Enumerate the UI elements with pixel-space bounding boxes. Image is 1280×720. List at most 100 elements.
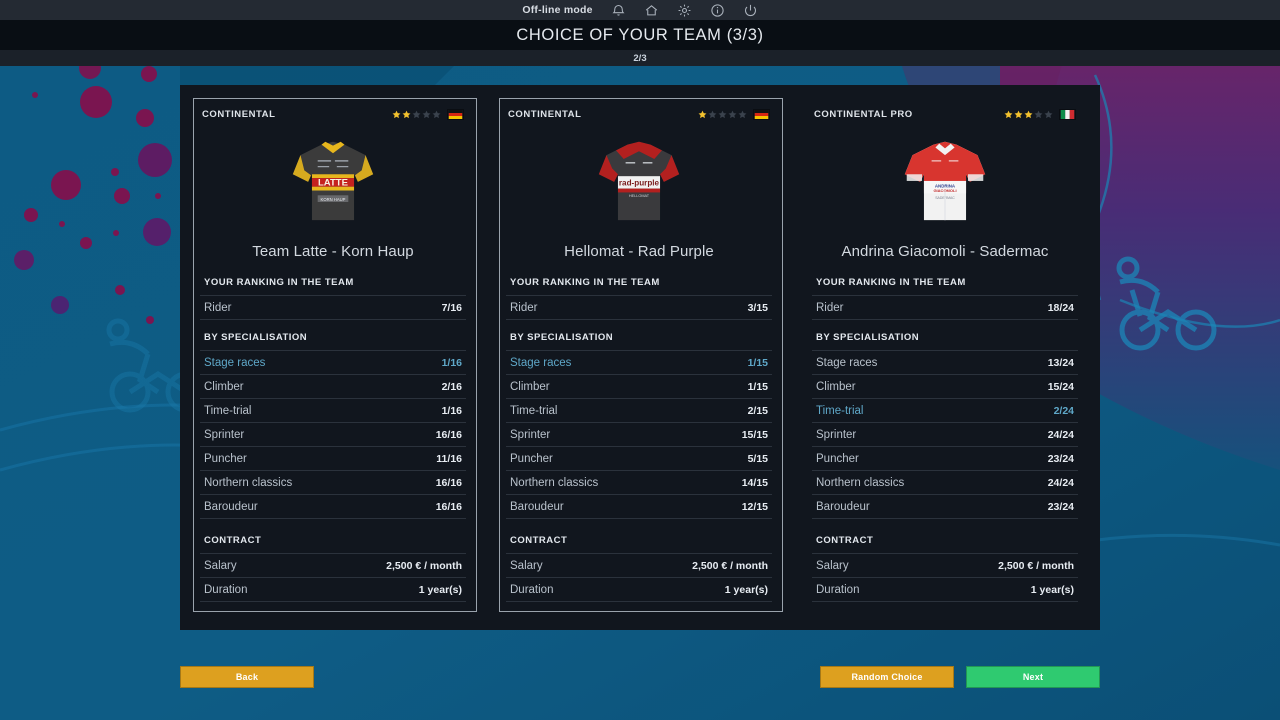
table-row[interactable]: Time-trial 1/16 <box>200 399 466 423</box>
star-rating <box>392 110 441 119</box>
specialisation-label: Stage races <box>510 356 572 369</box>
specialisation-value: 12/15 <box>741 500 768 513</box>
specialisation-label: Sprinter <box>204 428 245 441</box>
team-card-1[interactable]: CONTINENTAL LATTE KORN HAUP Team Latte -… <box>180 85 486 630</box>
team-card-2[interactable]: CONTINENTAL rad-purple HELLOMAT Hellomat… <box>486 85 792 630</box>
table-row[interactable]: Stage races 1/16 <box>200 351 466 375</box>
next-button[interactable]: Next <box>966 666 1100 688</box>
specialisation-label: Climber <box>510 380 550 393</box>
specialisation-section-title: BY SPECIALISATION <box>204 332 308 343</box>
table-row[interactable]: Salary 2,500 € / month <box>200 554 466 578</box>
star-rating <box>1004 110 1053 119</box>
table-row[interactable]: Baroudeur 16/16 <box>200 495 466 519</box>
table-row[interactable]: Sprinter 15/15 <box>506 423 772 447</box>
team-name: Andrina Giacomoli - Sadermac <box>841 243 1049 260</box>
specialisation-value: 16/16 <box>435 500 462 513</box>
card-header-right <box>392 108 464 120</box>
duration-label: Duration <box>816 583 860 596</box>
info-icon[interactable] <box>710 3 725 18</box>
rider-label: Rider <box>510 301 538 314</box>
bell-icon[interactable] <box>611 3 626 18</box>
table-row[interactable]: Salary 2,500 € / month <box>812 554 1078 578</box>
table-row[interactable]: Time-trial 2/24 <box>812 399 1078 423</box>
specialisation-value: 13/24 <box>1047 356 1074 369</box>
rider-label: Rider <box>816 301 844 314</box>
status-bar: Off-line mode <box>0 0 1280 20</box>
card-header: CONTINENTAL <box>192 103 474 125</box>
specialisation-label: Stage races <box>204 356 266 369</box>
specialisation-label: Northern classics <box>510 476 599 489</box>
duration-label: Duration <box>204 583 248 596</box>
table-row[interactable]: Climber 2/16 <box>200 375 466 399</box>
ranking-section-title: YOUR RANKING IN THE TEAM <box>204 277 354 288</box>
contract-rows: Salary 2,500 € / month Duration 1 year(s) <box>506 553 772 602</box>
table-row[interactable]: Duration 1 year(s) <box>200 578 466 602</box>
salary-label: Salary <box>816 559 849 572</box>
random-choice-button[interactable]: Random Choice <box>820 666 954 688</box>
table-row[interactable]: Northern classics 16/16 <box>200 471 466 495</box>
specialisation-rows: Stage races 1/16 Climber 2/16 Time-trial 1/16… <box>200 350 466 519</box>
specialisation-label: Puncher <box>510 452 553 465</box>
specialisation-section-title: BY SPECIALISATION <box>816 332 920 343</box>
specialisation-label: Stage races <box>816 356 878 369</box>
specialisation-value: 2/24 <box>1053 404 1074 417</box>
table-row[interactable]: Northern classics 14/15 <box>506 471 772 495</box>
specialisation-value: 15/15 <box>741 428 768 441</box>
table-row[interactable]: Baroudeur 12/15 <box>506 495 772 519</box>
back-button[interactable]: Back <box>180 666 314 688</box>
card-header-right <box>1004 108 1076 120</box>
contract-section-title: CONTRACT <box>510 535 568 546</box>
table-row[interactable]: Duration 1 year(s) <box>506 578 772 602</box>
ranking-section: YOUR RANKING IN THE TEAM Rider 3/15 <box>498 277 780 320</box>
svg-text:KORN HAUP: KORN HAUP <box>321 197 346 202</box>
rider-rank-value: 7/16 <box>441 301 462 314</box>
svg-text:LATTE: LATTE <box>318 178 348 189</box>
duration-value: 1 year(s) <box>418 583 462 596</box>
table-row[interactable]: Puncher 23/24 <box>812 447 1078 471</box>
team-card-3[interactable]: CONTINENTAL PRO ANDRINA GIACOMOLI SADERM… <box>792 85 1098 630</box>
table-row[interactable]: Stage races 13/24 <box>812 351 1078 375</box>
team-jersey-icon: ANDRINA GIACOMOLI SADERMAC <box>804 131 1086 229</box>
table-row[interactable]: Sprinter 16/16 <box>200 423 466 447</box>
specialisation-value: 16/16 <box>435 476 462 489</box>
table-row[interactable]: Puncher 5/15 <box>506 447 772 471</box>
table-row[interactable]: Time-trial 2/15 <box>506 399 772 423</box>
substep-indicator: 2/3 <box>633 52 647 64</box>
table-row[interactable]: Salary 2,500 € / month <box>506 554 772 578</box>
rider-rank-value: 18/24 <box>1047 301 1074 314</box>
specialisation-label: Northern classics <box>204 476 293 489</box>
specialisation-label: Baroudeur <box>816 500 870 513</box>
table-row[interactable]: Climber 15/24 <box>812 375 1078 399</box>
table-row[interactable]: Rider 7/16 <box>200 296 466 320</box>
gear-icon[interactable] <box>677 3 692 18</box>
table-row[interactable]: Climber 1/15 <box>506 375 772 399</box>
power-icon[interactable] <box>743 3 758 18</box>
specialisation-value: 14/15 <box>741 476 768 489</box>
table-row[interactable]: Rider 3/15 <box>506 296 772 320</box>
country-flag-icon <box>447 108 464 120</box>
ranking-section: YOUR RANKING IN THE TEAM Rider 18/24 <box>804 277 1086 320</box>
specialisation-label: Time-trial <box>510 404 558 417</box>
salary-value: 2,500 € / month <box>998 559 1074 572</box>
table-row[interactable]: Northern classics 24/24 <box>812 471 1078 495</box>
page-title: CHOICE OF YOUR TEAM (3/3) <box>516 25 764 44</box>
svg-text:rad-purple: rad-purple <box>619 179 660 188</box>
specialisation-label: Puncher <box>816 452 859 465</box>
specialisation-value: 16/16 <box>435 428 462 441</box>
table-row[interactable]: Rider 18/24 <box>812 296 1078 320</box>
table-row[interactable]: Baroudeur 23/24 <box>812 495 1078 519</box>
specialisation-value: 2/15 <box>747 404 768 417</box>
table-row[interactable]: Stage races 1/15 <box>506 351 772 375</box>
table-row[interactable]: Duration 1 year(s) <box>812 578 1078 602</box>
table-row[interactable]: Puncher 11/16 <box>200 447 466 471</box>
team-name: Team Latte - Korn Haup <box>252 243 414 260</box>
offline-mode-label: Off-line mode <box>522 4 593 16</box>
table-row[interactable]: Sprinter 24/24 <box>812 423 1078 447</box>
contract-section: CONTRACT Salary 2,500 € / month Duration 1 y… <box>498 535 780 602</box>
ranking-rows: Rider 3/15 <box>506 295 772 320</box>
specialisation-value: 1/16 <box>441 356 462 369</box>
card-header: CONTINENTAL <box>498 103 780 125</box>
specialisation-value: 1/15 <box>747 356 768 369</box>
ranking-section-title: YOUR RANKING IN THE TEAM <box>816 277 966 288</box>
home-icon[interactable] <box>644 3 659 18</box>
